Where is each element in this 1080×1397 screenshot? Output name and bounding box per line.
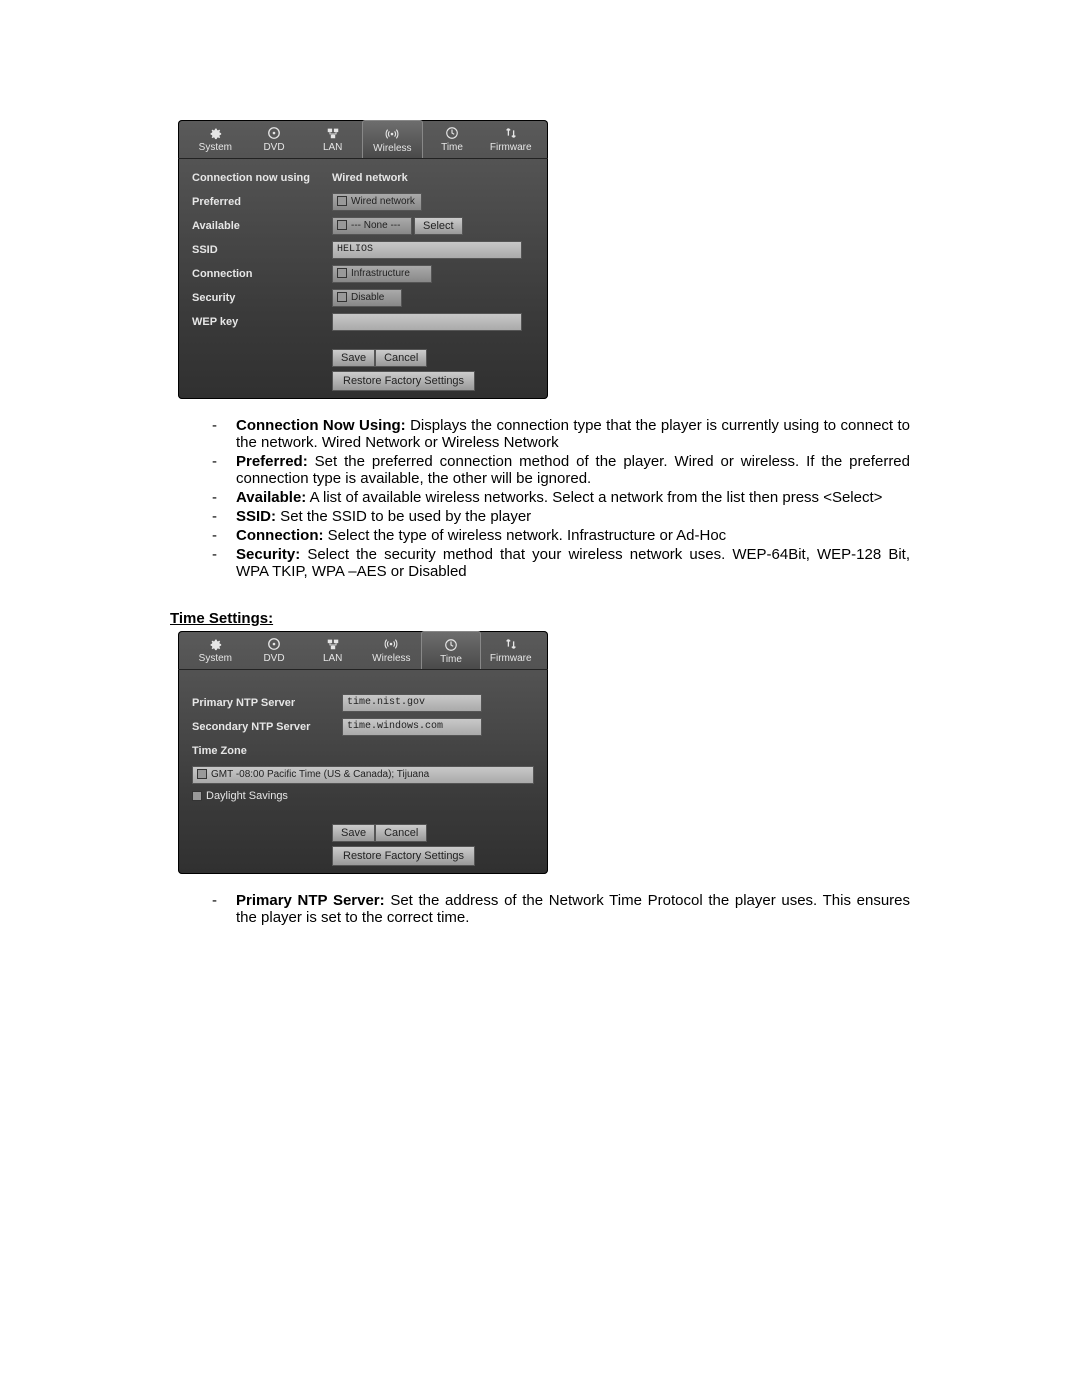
dropdown-marker-icon <box>337 196 347 206</box>
tab-label: LAN <box>323 653 342 664</box>
daylight-savings-checkbox[interactable] <box>192 791 202 801</box>
list-item: -Connection Now Using: Displays the conn… <box>212 417 910 451</box>
tab-time[interactable]: Time <box>423 120 482 158</box>
connection-select[interactable]: Infrastructure <box>332 265 432 283</box>
tab-label: Firmware <box>490 142 532 153</box>
save-button[interactable]: Save <box>332 824 375 842</box>
select-button[interactable]: Select <box>414 217 463 235</box>
timezone-label: Time Zone <box>192 745 342 757</box>
wep-input[interactable] <box>332 313 522 331</box>
gear-icon <box>208 637 222 651</box>
clock-icon <box>445 126 459 140</box>
list-item: -Security: Select the security method th… <box>212 546 910 580</box>
tab-system[interactable]: System <box>186 631 245 669</box>
tab-label: Firmware <box>490 653 532 664</box>
dropdown-marker-icon <box>337 220 347 230</box>
ssid-input[interactable]: HELIOS <box>332 241 522 259</box>
tab-label: DVD <box>263 142 284 153</box>
conn-now-label: Connection now using <box>192 172 332 184</box>
tab-label: System <box>199 142 232 153</box>
transfer-icon <box>504 637 518 651</box>
clock-icon <box>444 638 458 652</box>
tab-dvd[interactable]: DVD <box>245 120 304 158</box>
dropdown-marker-icon <box>337 292 347 302</box>
tab-dvd[interactable]: DVD <box>245 631 304 669</box>
lan-icon <box>326 126 340 140</box>
tab-lan[interactable]: LAN <box>303 631 362 669</box>
wireless-description-list: -Connection Now Using: Displays the conn… <box>212 417 910 580</box>
preferred-label: Preferred <box>192 196 332 208</box>
time-description-list: -Primary NTP Server: Set the address of … <box>212 892 910 926</box>
tab-label: Time <box>441 142 463 153</box>
tab-label: Wireless <box>373 143 411 154</box>
restore-factory-button[interactable]: Restore Factory Settings <box>332 371 475 391</box>
time-form: Primary NTP Server time.nist.gov Seconda… <box>178 670 548 806</box>
disc-icon <box>267 126 281 140</box>
ssid-label: SSID <box>192 244 332 256</box>
transfer-icon <box>504 126 518 140</box>
primary-ntp-label: Primary NTP Server <box>192 697 342 709</box>
security-label: Security <box>192 292 332 304</box>
primary-ntp-input[interactable]: time.nist.gov <box>342 694 482 712</box>
tab-label: DVD <box>263 653 284 664</box>
dropdown-marker-icon <box>337 268 347 278</box>
tab-label: LAN <box>323 142 342 153</box>
cancel-button[interactable]: Cancel <box>375 349 427 367</box>
tab-label: System <box>199 653 232 664</box>
list-item: -Primary NTP Server: Set the address of … <box>212 892 910 926</box>
available-select[interactable]: --- None --- <box>332 217 412 235</box>
tab-bar: System DVD LAN Wireless Time Firmware <box>178 631 548 670</box>
secondary-ntp-input[interactable]: time.windows.com <box>342 718 482 736</box>
wep-label: WEP key <box>192 316 332 328</box>
wireless-icon <box>385 127 399 141</box>
tab-firmware[interactable]: Firmware <box>481 120 540 158</box>
restore-factory-button[interactable]: Restore Factory Settings <box>332 846 475 866</box>
list-item: -Preferred: Set the preferred connection… <box>212 453 910 487</box>
list-item: -Available: A list of available wireless… <box>212 489 910 506</box>
tab-bar: System DVD LAN Wireless Time Firmware <box>178 120 548 159</box>
available-label: Available <box>192 220 332 232</box>
wireless-form: Connection now using Wired network Prefe… <box>178 159 548 341</box>
preferred-select[interactable]: Wired network <box>332 193 422 211</box>
save-button[interactable]: Save <box>332 349 375 367</box>
time-settings-heading: Time Settings: <box>170 610 910 627</box>
secondary-ntp-label: Secondary NTP Server <box>192 721 342 733</box>
tab-label: Time <box>440 654 462 665</box>
disc-icon <box>267 637 281 651</box>
timezone-select[interactable]: GMT -08:00 Pacific Time (US & Canada); T… <box>192 766 534 784</box>
lan-icon <box>326 637 340 651</box>
tab-lan[interactable]: LAN <box>303 120 362 158</box>
list-item: -SSID: Set the SSID to be used by the pl… <box>212 508 910 525</box>
tab-wireless[interactable]: Wireless <box>362 120 423 158</box>
cancel-button[interactable]: Cancel <box>375 824 427 842</box>
security-select[interactable]: Disable <box>332 289 402 307</box>
wireless-settings-screenshot: System DVD LAN Wireless Time Firmware <box>178 120 548 399</box>
wireless-icon <box>384 637 398 651</box>
time-settings-screenshot: System DVD LAN Wireless Time Firmware <box>178 631 548 874</box>
tab-time[interactable]: Time <box>421 631 482 669</box>
tab-system[interactable]: System <box>186 120 245 158</box>
daylight-savings-label: Daylight Savings <box>206 790 288 802</box>
tab-label: Wireless <box>372 653 410 664</box>
dropdown-marker-icon <box>197 769 207 779</box>
list-item: -Connection: Select the type of wireless… <box>212 527 910 544</box>
tab-firmware[interactable]: Firmware <box>481 631 540 669</box>
tab-wireless[interactable]: Wireless <box>362 631 421 669</box>
conn-now-value: Wired network <box>332 172 408 184</box>
document-page: System DVD LAN Wireless Time Firmware <box>0 0 1080 1064</box>
connection-label: Connection <box>192 268 332 280</box>
gear-icon <box>208 126 222 140</box>
